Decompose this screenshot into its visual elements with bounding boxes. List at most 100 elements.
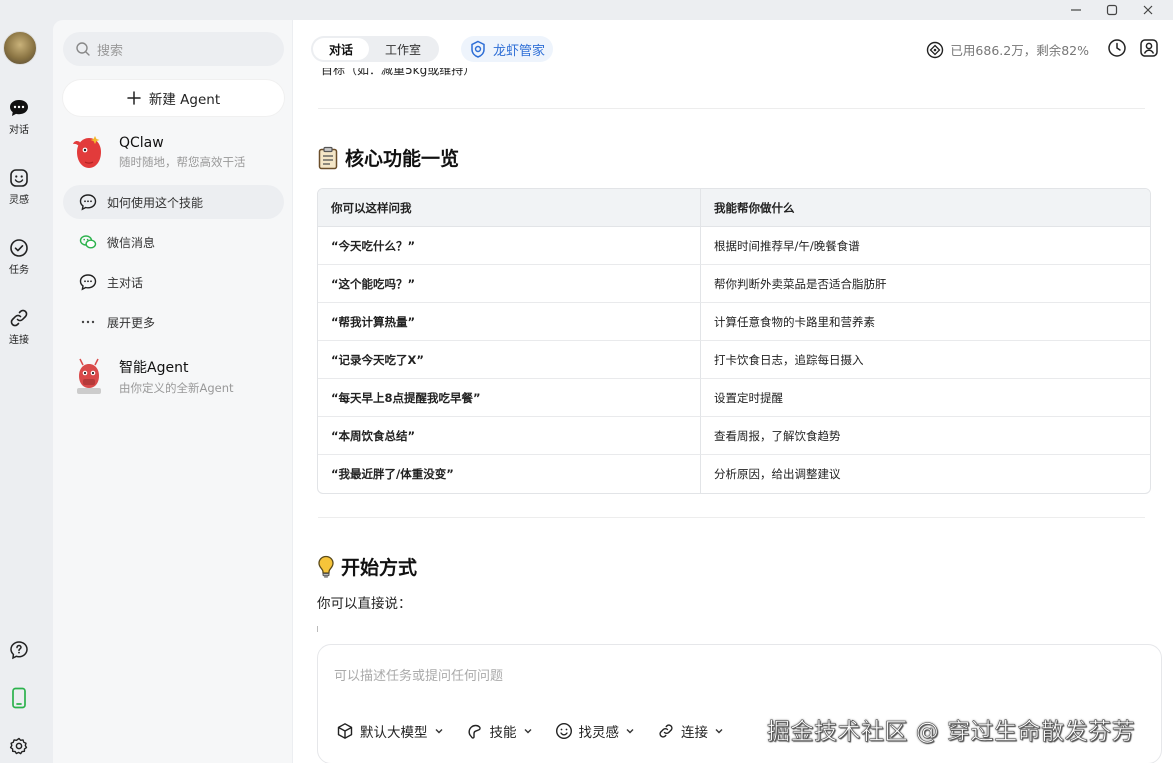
table-cell: “今天吃什么？”	[318, 227, 701, 265]
table-cell: “记录今天吃了X”	[318, 341, 701, 379]
model-selector[interactable]: 默认大模型	[336, 721, 444, 741]
user-avatar[interactable]	[3, 31, 37, 65]
table-cell: 查看周报，了解饮食趋势	[701, 417, 1150, 455]
table-header: 你可以这样问我	[318, 189, 701, 227]
nav-rail: 对话 灵感 任务 连接	[0, 20, 52, 763]
check-circle-icon	[10, 239, 28, 257]
start-subtitle: 你可以直接说：	[317, 596, 412, 612]
table-row: “这个能吃吗？” 帮你判断外卖菜品是否适合脂肪肝	[318, 265, 1150, 303]
plus-icon	[127, 91, 141, 105]
new-agent-label: 新建 Agent	[148, 92, 221, 108]
table-row: “本周饮食总结” 查看周报，了解饮食趋势	[318, 417, 1150, 455]
table-cell: “每天早上8点提醒我吃早餐”	[318, 379, 701, 417]
usage-text: 已用686.2万，剩余82%	[950, 43, 1089, 58]
text-caret	[317, 626, 318, 632]
link-icon	[10, 309, 28, 327]
title-bar	[0, 0, 1173, 20]
table-row: “帮我计算热量” 计算任意食物的卡路里和营养素	[318, 303, 1150, 341]
tool-label: 技能	[489, 725, 517, 741]
help-button[interactable]	[0, 640, 38, 660]
rail-item-inspiration[interactable]: 灵感	[0, 168, 38, 206]
agent-desc: 由你定义的全新Agent	[119, 380, 234, 395]
chat-dots-icon	[79, 274, 97, 291]
features-heading: 核心功能一览	[317, 144, 459, 171]
close-button[interactable]	[1130, 0, 1166, 20]
sidebar-item-label: 微信消息	[107, 235, 156, 250]
help-icon	[10, 641, 28, 660]
table-row: “我最近胖了/体重没变” 分析原因，给出调整建议	[318, 455, 1150, 493]
settings-button[interactable]	[0, 736, 38, 756]
tool-label: 默认大模型	[360, 725, 428, 741]
skills-selector[interactable]: 技能	[466, 721, 533, 741]
chevron-down-icon	[626, 729, 634, 734]
features-title: 核心功能一览	[345, 148, 460, 170]
sidebar-item-wechat[interactable]: 微信消息	[63, 225, 284, 259]
inspiration-selector[interactable]: 找灵感	[555, 721, 636, 741]
agent-qclaw[interactable]: QClaw 随时随地，帮您高效干活	[71, 132, 246, 172]
minimize-button[interactable]	[1058, 0, 1094, 20]
rail-label: 连接	[9, 335, 29, 346]
table-header-row: 你可以这样问我 我能帮你做什么	[318, 189, 1150, 227]
maximize-button[interactable]	[1094, 0, 1130, 20]
composer-input[interactable]: 可以描述任务或提问任何问题	[334, 665, 503, 684]
chevron-down-icon	[524, 729, 531, 734]
start-title: 开始方式	[341, 557, 418, 579]
search-input[interactable]: 搜索	[63, 32, 284, 66]
phone-button[interactable]	[0, 687, 38, 709]
brand-link[interactable]: 龙虾管家	[461, 36, 554, 62]
search-icon	[76, 42, 90, 56]
user-icon	[1140, 39, 1158, 57]
brand-label: 龙虾管家	[493, 43, 546, 59]
table-cell: “这个能吃吗？”	[318, 265, 701, 303]
tool-label: 连接	[681, 725, 708, 741]
table-row: “记录今天吃了X” 打卡饮食日志，追踪每日摄入	[318, 341, 1150, 379]
table-cell: 设置定时提醒	[701, 379, 1150, 417]
chevron-down-icon	[435, 729, 442, 734]
agent-smart[interactable]: 智能Agent 由你定义的全新Agent	[71, 356, 234, 396]
phone-icon	[12, 687, 26, 709]
rail-item-connect[interactable]: 连接	[0, 308, 38, 346]
table-cell: “帮我计算热量”	[318, 303, 701, 341]
rail-label: 灵感	[9, 195, 29, 206]
table-row: “今天吃什么？” 根据时间推荐早/午/晚餐食谱	[318, 227, 1150, 265]
clock-icon	[1108, 39, 1126, 57]
rail-item-chat[interactable]: 对话	[0, 98, 38, 136]
profile-button[interactable]	[1139, 38, 1159, 61]
sidebar-item-main-chat[interactable]: 主对话	[63, 265, 284, 299]
rail-item-tasks[interactable]: 任务	[0, 238, 38, 276]
table-cell: 打卡饮食日志，追踪每日摄入	[701, 341, 1150, 379]
usage-meter[interactable]: 已用686.2万，剩余82%	[926, 40, 1089, 59]
features-table: 你可以这样问我 我能帮你做什么 “今天吃什么？” 根据时间推荐早/午/晚餐食谱 …	[317, 188, 1151, 494]
table-cell: 帮你判断外卖菜品是否适合脂肪肝	[701, 265, 1150, 303]
start-heading: 开始方式	[317, 553, 417, 580]
main-panel: 对话 工作室 龙虾管家 已用686.2万，剩余82% 目标（如：减重5kg或维持…	[293, 20, 1173, 763]
table-cell: “本周饮食总结”	[318, 417, 701, 455]
table-cell: 分析原因，给出调整建议	[714, 467, 841, 481]
table-row: “每天早上8点提醒我吃早餐” 设置定时提醒	[318, 379, 1150, 417]
more-icon	[81, 320, 95, 324]
sidebar: 搜索 新建 Agent QClaw 随时随地，帮您高效干活 如何使用这个技能 微…	[53, 20, 292, 763]
cube-icon	[337, 723, 353, 739]
sidebar-item-how-to-use[interactable]: 如何使用这个技能	[63, 185, 284, 219]
settings-icon	[9, 737, 28, 755]
sidebar-item-expand-more[interactable]: 展开更多	[63, 305, 284, 339]
wechat-icon	[79, 235, 97, 249]
agent-desc: 随时随地，帮您高效干活	[119, 154, 246, 169]
token-icon	[927, 41, 944, 58]
new-agent-button[interactable]: 新建 Agent	[63, 80, 284, 116]
rail-label: 对话	[9, 125, 29, 136]
cut-off-line: 目标（如：减重5kg或维持）	[321, 68, 476, 77]
chat-bubble-icon	[10, 100, 28, 116]
connect-selector[interactable]: 连接	[657, 721, 724, 741]
tab-studio[interactable]: 工作室	[369, 38, 437, 60]
lobster-robot-icon	[71, 356, 107, 396]
table-cell: 根据时间推荐早/午/晚餐食谱	[701, 227, 1150, 265]
sidebar-item-label: 主对话	[107, 275, 144, 290]
chat-dots-icon	[79, 194, 97, 211]
composer-toolbar: 默认大模型 技能 找灵感 连接	[336, 721, 724, 741]
tab-chat[interactable]: 对话	[313, 38, 370, 60]
tool-label: 找灵感	[578, 725, 620, 741]
divider	[318, 108, 1145, 109]
history-button[interactable]	[1107, 38, 1127, 61]
rail-label: 任务	[9, 265, 29, 276]
